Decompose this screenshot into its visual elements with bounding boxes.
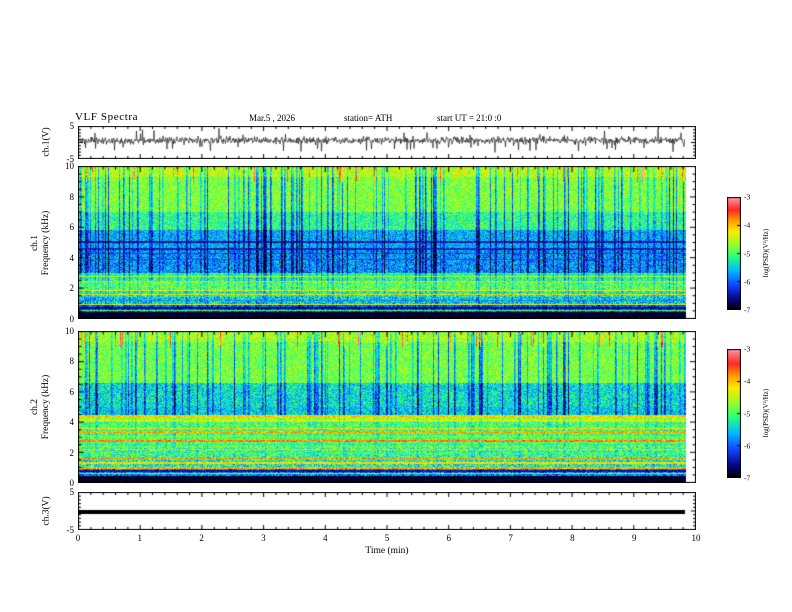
colorbar-tick-label: -5 [744,249,751,258]
colorbar-tick-label: -4 [744,376,751,386]
colorbar-ch2 [727,349,741,478]
ch2-spectrogram [78,331,696,483]
freq-tick-label: 4 [69,252,75,263]
ch1-frequency-axis-label-line1: ch.1 [30,234,40,252]
colorbar-tick-label: -7 [744,305,751,315]
ch1-spectrogram [78,166,696,319]
ch2-frequency-axis-label-line1: ch.2 [30,398,40,416]
colorbar-tick-label: -7 [744,473,751,483]
x-tick-label: 3 [261,533,266,543]
x-tick-label: 10 [691,533,701,543]
x-tick-label: 2 [199,533,204,543]
ch2-frequency-axis-label: ch.2 Frequency (kHz) [30,375,52,440]
colorbar-tick-label: -5 [744,409,751,418]
figure-station: station= ATH [344,113,393,123]
freq-tick-label: 6 [69,222,75,233]
colorbar-tick-label: -6 [744,441,751,451]
freq-tick-label: 10 [65,326,74,336]
colorbar2-label: log(PSD)(V²/Hz) [762,388,770,438]
x-tick-label: 6 [446,533,452,543]
colorbar1-label: log(PSD)(V²/Hz) [762,228,770,278]
ch1-voltage-axis-label: ch.1(V) [41,127,52,157]
ch1-frequency-axis-label-line2: Frequency (kHz) [41,210,51,276]
freq-tick-label: 6 [69,386,75,397]
colorbar-tick-label: -4 [744,220,751,230]
x-tick-label: 5 [384,533,390,543]
x-tick-label: 9 [631,533,637,543]
vlf-spectra-figure: VLF Spectra Mar.5 , 2026 station= ATH st… [0,0,792,612]
voltage-tick-label: -5 [66,525,75,535]
x-tick-label: 8 [570,533,575,543]
ch1-frequency-axis-label: ch.1 Frequency (kHz) [30,211,52,276]
colorbar-tick-label: -3 [744,344,751,354]
figure-date: Mar.5 , 2026 [249,113,295,123]
x-tick-label: 1 [137,533,143,543]
ch3-voltage-axis-label: ch.3(V) [41,496,52,526]
x-tick-label: 4 [322,533,328,543]
voltage-tick-label: 5 [69,487,75,497]
ch3-waveform-plot [78,492,696,530]
x-axis-title: Time (min) [365,546,409,556]
voltage-tick-label: 5 [69,121,75,131]
freq-tick-label: 2 [69,283,75,294]
colorbar-tick-label: -3 [744,192,751,202]
freq-tick-label: 2 [69,447,75,458]
figure-start-ut: start UT = 21:0 :0 [437,113,502,123]
ch1-waveform-plot [78,126,696,159]
voltage-tick-label: -5 [66,154,75,164]
colorbar-tick-label: -6 [744,277,751,287]
freq-tick-label: 4 [69,417,75,428]
ch2-frequency-axis-label-line2: Frequency (kHz) [41,374,51,440]
figure-title: VLF Spectra [75,111,139,123]
freq-tick-label: 0 [69,314,75,324]
freq-tick-label: 8 [69,191,75,202]
freq-tick-label: 8 [69,356,75,367]
colorbar-ch1 [727,197,741,310]
x-tick-label: 7 [508,533,513,543]
x-tick-label: 0 [75,533,81,543]
